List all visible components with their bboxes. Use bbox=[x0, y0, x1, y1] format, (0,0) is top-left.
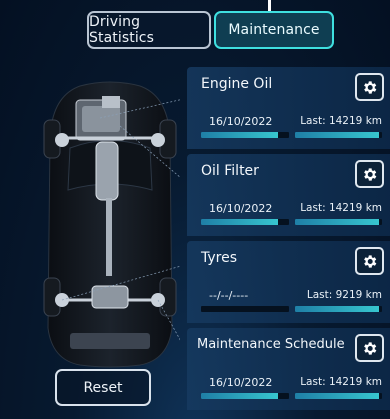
time-progress-bar bbox=[201, 393, 289, 399]
gear-icon bbox=[364, 167, 377, 181]
tab-maintenance[interactable]: Maintenance bbox=[214, 11, 334, 49]
progress-fill bbox=[201, 393, 279, 399]
reset-button[interactable]: Reset bbox=[55, 369, 151, 406]
distance-progress-bar bbox=[295, 132, 382, 138]
time-progress-bar bbox=[201, 306, 289, 312]
card-title: Oil Filter bbox=[201, 163, 259, 179]
last-service-km: Last: 14219 km bbox=[300, 376, 382, 388]
distance-progress-bar bbox=[295, 306, 382, 312]
card-title: Tyres bbox=[201, 250, 238, 266]
gear-icon bbox=[364, 80, 377, 94]
progress-fill bbox=[201, 132, 279, 138]
last-service-km: Last: 14219 km bbox=[300, 115, 382, 127]
time-progress-bar bbox=[201, 132, 289, 138]
card-title: Engine Oil bbox=[201, 76, 273, 92]
progress-fill bbox=[295, 132, 380, 138]
service-date: --/--/---- bbox=[209, 289, 249, 302]
progress-fill bbox=[201, 219, 279, 225]
car-chassis-image bbox=[43, 81, 189, 368]
progress-fill bbox=[295, 219, 380, 225]
top-indicator bbox=[268, 0, 271, 11]
engine-oil-settings-button[interactable] bbox=[355, 73, 384, 101]
tyres-card: Tyres --/--/---- Last: 9219 km bbox=[187, 241, 390, 323]
progress-fill bbox=[295, 393, 380, 399]
tyres-settings-button[interactable] bbox=[355, 247, 384, 275]
tab-driving-statistics[interactable]: Driving Statistics bbox=[87, 11, 211, 49]
service-date: 16/10/2022 bbox=[209, 202, 273, 215]
car-illustration bbox=[40, 78, 189, 368]
service-date: 16/10/2022 bbox=[209, 115, 273, 128]
last-service-km: Last: 9219 km bbox=[306, 289, 382, 301]
last-service-km: Last: 14219 km bbox=[300, 202, 382, 214]
maintenance-schedule-settings-button[interactable] bbox=[355, 334, 384, 362]
service-date: 16/10/2022 bbox=[209, 376, 273, 389]
engine-oil-card: Engine Oil 16/10/2022 Last: 14219 km bbox=[187, 67, 390, 149]
time-progress-bar bbox=[201, 219, 289, 225]
oil-filter-card: Oil Filter 16/10/2022 Last: 14219 km bbox=[187, 154, 390, 236]
distance-progress-bar bbox=[295, 219, 382, 225]
progress-fill bbox=[295, 306, 380, 312]
maintenance-schedule-card: Maintenance Schedule 16/10/2022 Last: 14… bbox=[187, 328, 390, 410]
gear-icon bbox=[364, 254, 377, 268]
card-title: Maintenance Schedule bbox=[197, 337, 345, 352]
tab-bar: Driving Statistics Maintenance bbox=[87, 11, 336, 49]
oil-filter-settings-button[interactable] bbox=[355, 160, 384, 188]
distance-progress-bar bbox=[295, 393, 382, 399]
gear-icon bbox=[364, 341, 377, 355]
